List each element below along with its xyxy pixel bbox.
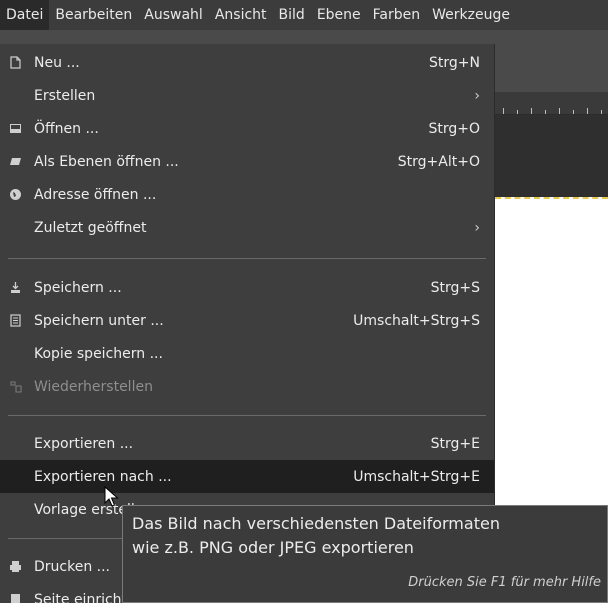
open-as-layers-icon xyxy=(8,155,22,169)
menu-item-adresse-oeffnen[interactable]: Adresse öffnen ... xyxy=(0,178,494,211)
save-as-icon xyxy=(8,314,22,328)
tooltip-text-line1: Das Bild nach verschiedensten Dateiforma… xyxy=(132,514,500,533)
menu-item-label: Exportieren ... xyxy=(34,435,134,452)
tooltip-text-line2: wie z.B. PNG oder JPEG exportieren xyxy=(132,538,414,557)
menu-farben[interactable]: Farben xyxy=(367,0,426,30)
menu-bild[interactable]: Bild xyxy=(273,0,311,30)
menu-item-label: Neu ... xyxy=(34,54,80,71)
shortcut: Strg+N xyxy=(429,54,480,71)
menu-separator xyxy=(8,415,486,416)
menu-ansicht[interactable]: Ansicht xyxy=(209,0,273,30)
shortcut: Strg+E xyxy=(430,435,480,452)
menu-ebene[interactable]: Ebene xyxy=(311,0,367,30)
menu-item-label: Erstellen xyxy=(34,87,96,104)
menu-item-label: Exportieren nach ... xyxy=(34,468,172,485)
menu-item-label: Speichern unter ... xyxy=(34,312,164,329)
canvas-padding xyxy=(495,115,608,197)
menu-auswahl[interactable]: Auswahl xyxy=(138,0,209,30)
menu-item-zuletzt-geoeffnet[interactable]: Zuletzt geöffnet › xyxy=(0,211,494,244)
shortcut: Umschalt+Strg+S xyxy=(353,312,480,329)
submenu-arrow-icon: › xyxy=(474,219,480,236)
horizontal-ruler xyxy=(495,92,608,115)
menu-separator xyxy=(8,258,486,259)
open-icon xyxy=(8,122,22,136)
shortcut: Umschalt+Strg+E xyxy=(353,468,480,485)
tooltip-help-hint: Drücken Sie F1 für mehr Hilfe xyxy=(408,575,601,590)
menu-item-wiederherstellen: Wiederherstellen xyxy=(0,370,494,403)
menu-item-erstellen[interactable]: Erstellen › xyxy=(0,79,494,112)
print-icon xyxy=(8,560,22,574)
new-file-icon xyxy=(8,56,22,70)
menu-item-label: Zuletzt geöffnet xyxy=(34,219,147,236)
menu-item-exportieren[interactable]: Exportieren ... Strg+E xyxy=(0,427,494,460)
page-setup-icon xyxy=(8,593,22,603)
menu-item-label: Speichern ... xyxy=(34,279,122,296)
mouse-pointer-icon xyxy=(104,485,120,512)
menu-item-speichern[interactable]: Speichern ... Strg+S xyxy=(0,271,494,304)
menu-item-label: Wiederherstellen xyxy=(34,378,153,395)
menu-item-label: Als Ebenen öffnen ... xyxy=(34,153,179,170)
menu-item-label: Adresse öffnen ... xyxy=(34,186,157,203)
submenu-arrow-icon: › xyxy=(474,87,480,104)
menu-item-kopie-speichern[interactable]: Kopie speichern ... xyxy=(0,337,494,370)
shortcut: Strg+Alt+O xyxy=(397,153,480,170)
menu-item-neu[interactable]: Neu ... Strg+N xyxy=(0,46,494,79)
menu-item-label: Kopie speichern ... xyxy=(34,345,163,362)
menu-item-oeffnen[interactable]: Öffnen ... Strg+O xyxy=(0,112,494,145)
menu-werkzeuge[interactable]: Werkzeuge xyxy=(426,0,516,30)
menu-item-label: Öffnen ... xyxy=(34,120,99,137)
globe-icon xyxy=(8,188,22,202)
revert-icon xyxy=(8,380,22,394)
menu-item-als-ebenen-oeffnen[interactable]: Als Ebenen öffnen ... Strg+Alt+O xyxy=(0,145,494,178)
menu-item-exportieren-nach[interactable]: Exportieren nach ... Umschalt+Strg+E xyxy=(0,460,494,493)
shortcut: Strg+S xyxy=(430,279,480,296)
menu-item-speichern-unter[interactable]: Speichern unter ... Umschalt+Strg+S xyxy=(0,304,494,337)
save-icon xyxy=(8,281,22,295)
shortcut: Strg+O xyxy=(428,120,480,137)
menu-datei[interactable]: Datei xyxy=(0,0,50,30)
menubar: Datei Bearbeiten Auswahl Ansicht Bild Eb… xyxy=(0,0,608,30)
tooltip: Das Bild nach verschiedensten Dateiforma… xyxy=(122,505,608,603)
menu-bearbeiten[interactable]: Bearbeiten xyxy=(49,0,138,30)
